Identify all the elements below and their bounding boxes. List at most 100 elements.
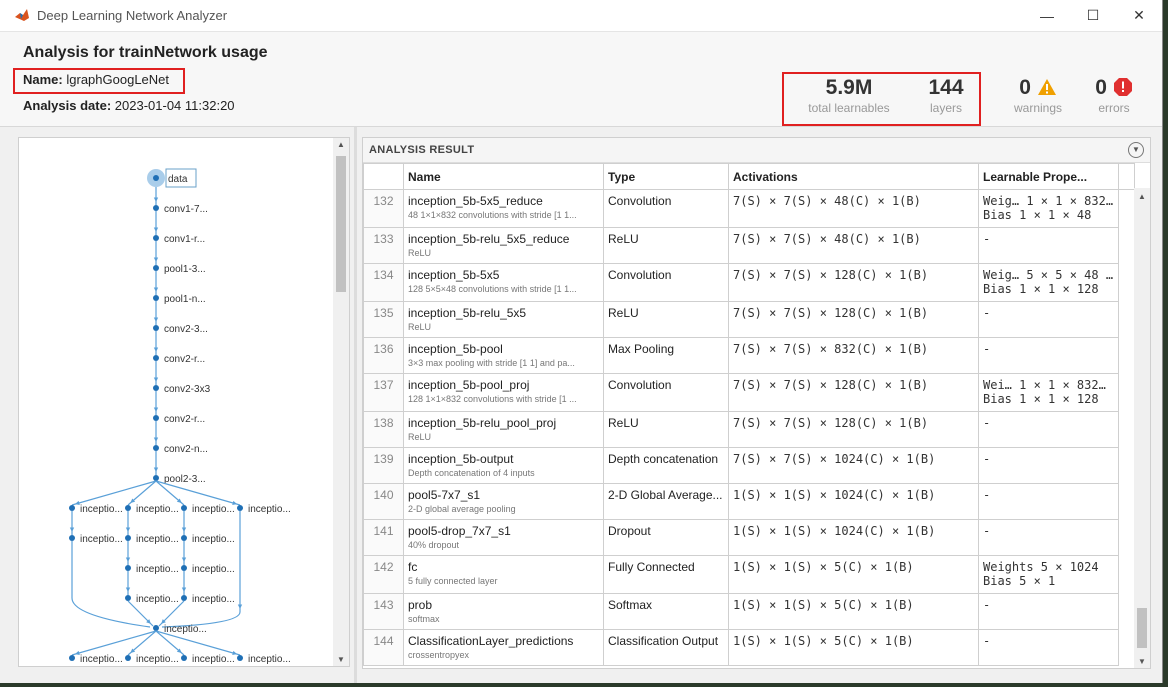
learnable-line-1: - [983, 306, 991, 320]
layer-node-label[interactable]: inceptio... [248, 504, 291, 515]
col-type[interactable]: Type [603, 163, 729, 190]
layer-node-label[interactable]: inceptio... [80, 504, 123, 515]
layer-node-label[interactable]: inceptio... [192, 504, 235, 515]
layer-node[interactable] [125, 565, 131, 571]
layer-node[interactable] [153, 385, 159, 391]
matlab-logo-icon [15, 9, 29, 21]
layer-node-label[interactable]: inceptio... [136, 534, 179, 545]
layer-node[interactable] [125, 655, 131, 661]
close-button[interactable]: ✕ [1116, 0, 1162, 31]
layer-node-label[interactable]: inceptio... [192, 534, 235, 545]
layer-node-label[interactable]: inceptio... [136, 654, 179, 665]
layer-node[interactable] [153, 325, 159, 331]
layer-node[interactable] [125, 535, 131, 541]
layer-node[interactable] [153, 295, 159, 301]
table-row[interactable]: 141 pool5-drop_7x7_s1 40% dropout Dropout 1(… [363, 519, 1135, 556]
layer-node-label[interactable]: inceptio... [80, 654, 123, 665]
edge [71, 480, 157, 506]
layer-node[interactable] [69, 655, 75, 661]
layer-node-label[interactable]: inceptio... [80, 534, 123, 545]
layer-node[interactable] [153, 235, 159, 241]
network-graph-pane[interactable]: data conv1-7... conv1-r... pool1-3... pool1-… [18, 137, 350, 667]
table-header-row: Name Type Activations Learnable Prope... [363, 163, 1135, 190]
layer-node[interactable] [181, 565, 187, 571]
layer-node[interactable] [153, 355, 159, 361]
col-index[interactable] [363, 163, 404, 190]
layer-node-label[interactable]: pool2-3... [164, 474, 206, 485]
edge-arrow [153, 257, 159, 262]
layer-node-label[interactable]: data [168, 174, 188, 185]
layer-node[interactable] [153, 475, 159, 481]
layer-node[interactable] [153, 445, 159, 451]
layer-node-label[interactable]: inceptio... [192, 564, 235, 575]
layer-node-label[interactable]: inceptio... [192, 594, 235, 605]
network-graph[interactable]: data conv1-7... conv1-r... pool1-3... pool1-… [19, 138, 333, 666]
layer-node-label[interactable]: inceptio... [136, 564, 179, 575]
layer-node[interactable] [237, 505, 243, 511]
layer-node-label[interactable]: conv2-r... [164, 354, 205, 365]
chevron-down-icon[interactable]: ▼ [1128, 142, 1144, 158]
layer-node[interactable] [153, 265, 159, 271]
layer-node-label[interactable]: inceptio... [164, 624, 207, 635]
layer-node[interactable] [237, 655, 243, 661]
table-row[interactable]: 143 prob softmax Softmax 1(S) × 1(S) × 5(C) … [363, 593, 1135, 630]
table-row[interactable]: 134 inception_5b-5x5 128 5×5×48 convolutio… [363, 263, 1135, 302]
layer-node-label[interactable]: pool1-3... [164, 264, 206, 275]
col-learnables[interactable]: Learnable Prope... [978, 163, 1119, 190]
table-row[interactable]: 138 inception_5b-relu_pool_proj ReLU ReLU 7(… [363, 411, 1135, 448]
layer-node-label[interactable]: inceptio... [136, 594, 179, 605]
graph-scrollbar[interactable]: ▲ ▼ [333, 138, 349, 666]
layer-node[interactable] [181, 535, 187, 541]
scroll-down-icon[interactable]: ▼ [337, 655, 345, 664]
layer-node-label[interactable]: conv2-n... [164, 444, 208, 455]
col-activations[interactable]: Activations [728, 163, 979, 190]
layer-node[interactable] [69, 535, 75, 541]
layer-activations: 1(S) × 1(S) × 5(C) × 1(B) [728, 593, 979, 630]
table-row[interactable]: 139 inception_5b-output Depth concatenatio… [363, 447, 1135, 484]
table-row[interactable]: 136 inception_5b-pool 3×3 max pooling with… [363, 337, 1135, 374]
layer-node-label[interactable]: conv2-r... [164, 414, 205, 425]
layer-node-label[interactable]: inceptio... [136, 504, 179, 515]
scroll-up-icon[interactable]: ▲ [337, 140, 345, 149]
pane-splitter[interactable] [354, 127, 357, 683]
table-scrollbar[interactable]: ▲ ▼ [1134, 188, 1150, 668]
table-scroll-thumb[interactable] [1137, 608, 1147, 648]
layer-node[interactable] [181, 595, 187, 601]
row-spacer [1119, 190, 1135, 228]
error-icon [1113, 78, 1132, 96]
layer-node[interactable] [153, 205, 159, 211]
layer-node[interactable] [181, 655, 187, 661]
layer-node-label[interactable]: inceptio... [248, 654, 291, 665]
page-title: Analysis for trainNetwork usage [23, 44, 268, 61]
layer-node[interactable] [125, 505, 131, 511]
layer-description: 40% dropout [408, 540, 460, 550]
layer-node-label[interactable]: conv1-7... [164, 204, 208, 215]
warnings-stat[interactable]: 0 warnings [1004, 76, 1072, 115]
table-row[interactable]: 133 inception_5b-relu_5x5_reduce ReLU ReLU 7… [363, 227, 1135, 264]
minimize-button[interactable]: — [1024, 0, 1070, 31]
table-row[interactable]: 137 inception_5b-pool_proj 128 1×1×832 con… [363, 373, 1135, 412]
layer-node-label[interactable]: inceptio... [192, 654, 235, 665]
layer-node-label[interactable]: pool1-n... [164, 294, 206, 305]
table-scroll-up-icon[interactable]: ▲ [1138, 192, 1146, 201]
learnable-line-1: - [983, 232, 991, 246]
maximize-button[interactable]: ☐ [1070, 0, 1116, 31]
layer-node-label[interactable]: conv1-r... [164, 234, 205, 245]
layer-node-label[interactable]: conv2-3x3 [164, 384, 211, 395]
table-row[interactable]: 132 inception_5b-5x5_reduce 48 1×1×832 con… [363, 189, 1135, 228]
layer-node[interactable] [153, 415, 159, 421]
errors-stat[interactable]: 0 errors [1080, 76, 1148, 115]
table-row[interactable]: 142 fc 5 fully connected layer Fully Connec… [363, 555, 1135, 594]
layer-node[interactable] [69, 505, 75, 511]
table-row[interactable]: 135 inception_5b-relu_5x5 ReLU ReLU 7(S) × 7… [363, 301, 1135, 338]
layer-node-label[interactable]: conv2-3... [164, 324, 208, 335]
layer-node[interactable] [153, 175, 159, 181]
layer-node[interactable] [125, 595, 131, 601]
layer-node[interactable] [153, 625, 159, 631]
table-row[interactable]: 144 ClassificationLayer_predictions crosse… [363, 629, 1135, 666]
table-row[interactable]: 140 pool5-7x7_s1 2-D global average poolin… [363, 483, 1135, 520]
table-scroll-down-icon[interactable]: ▼ [1138, 657, 1146, 666]
layer-node[interactable] [181, 505, 187, 511]
graph-scroll-thumb[interactable] [336, 156, 346, 292]
col-name[interactable]: Name [403, 163, 604, 190]
